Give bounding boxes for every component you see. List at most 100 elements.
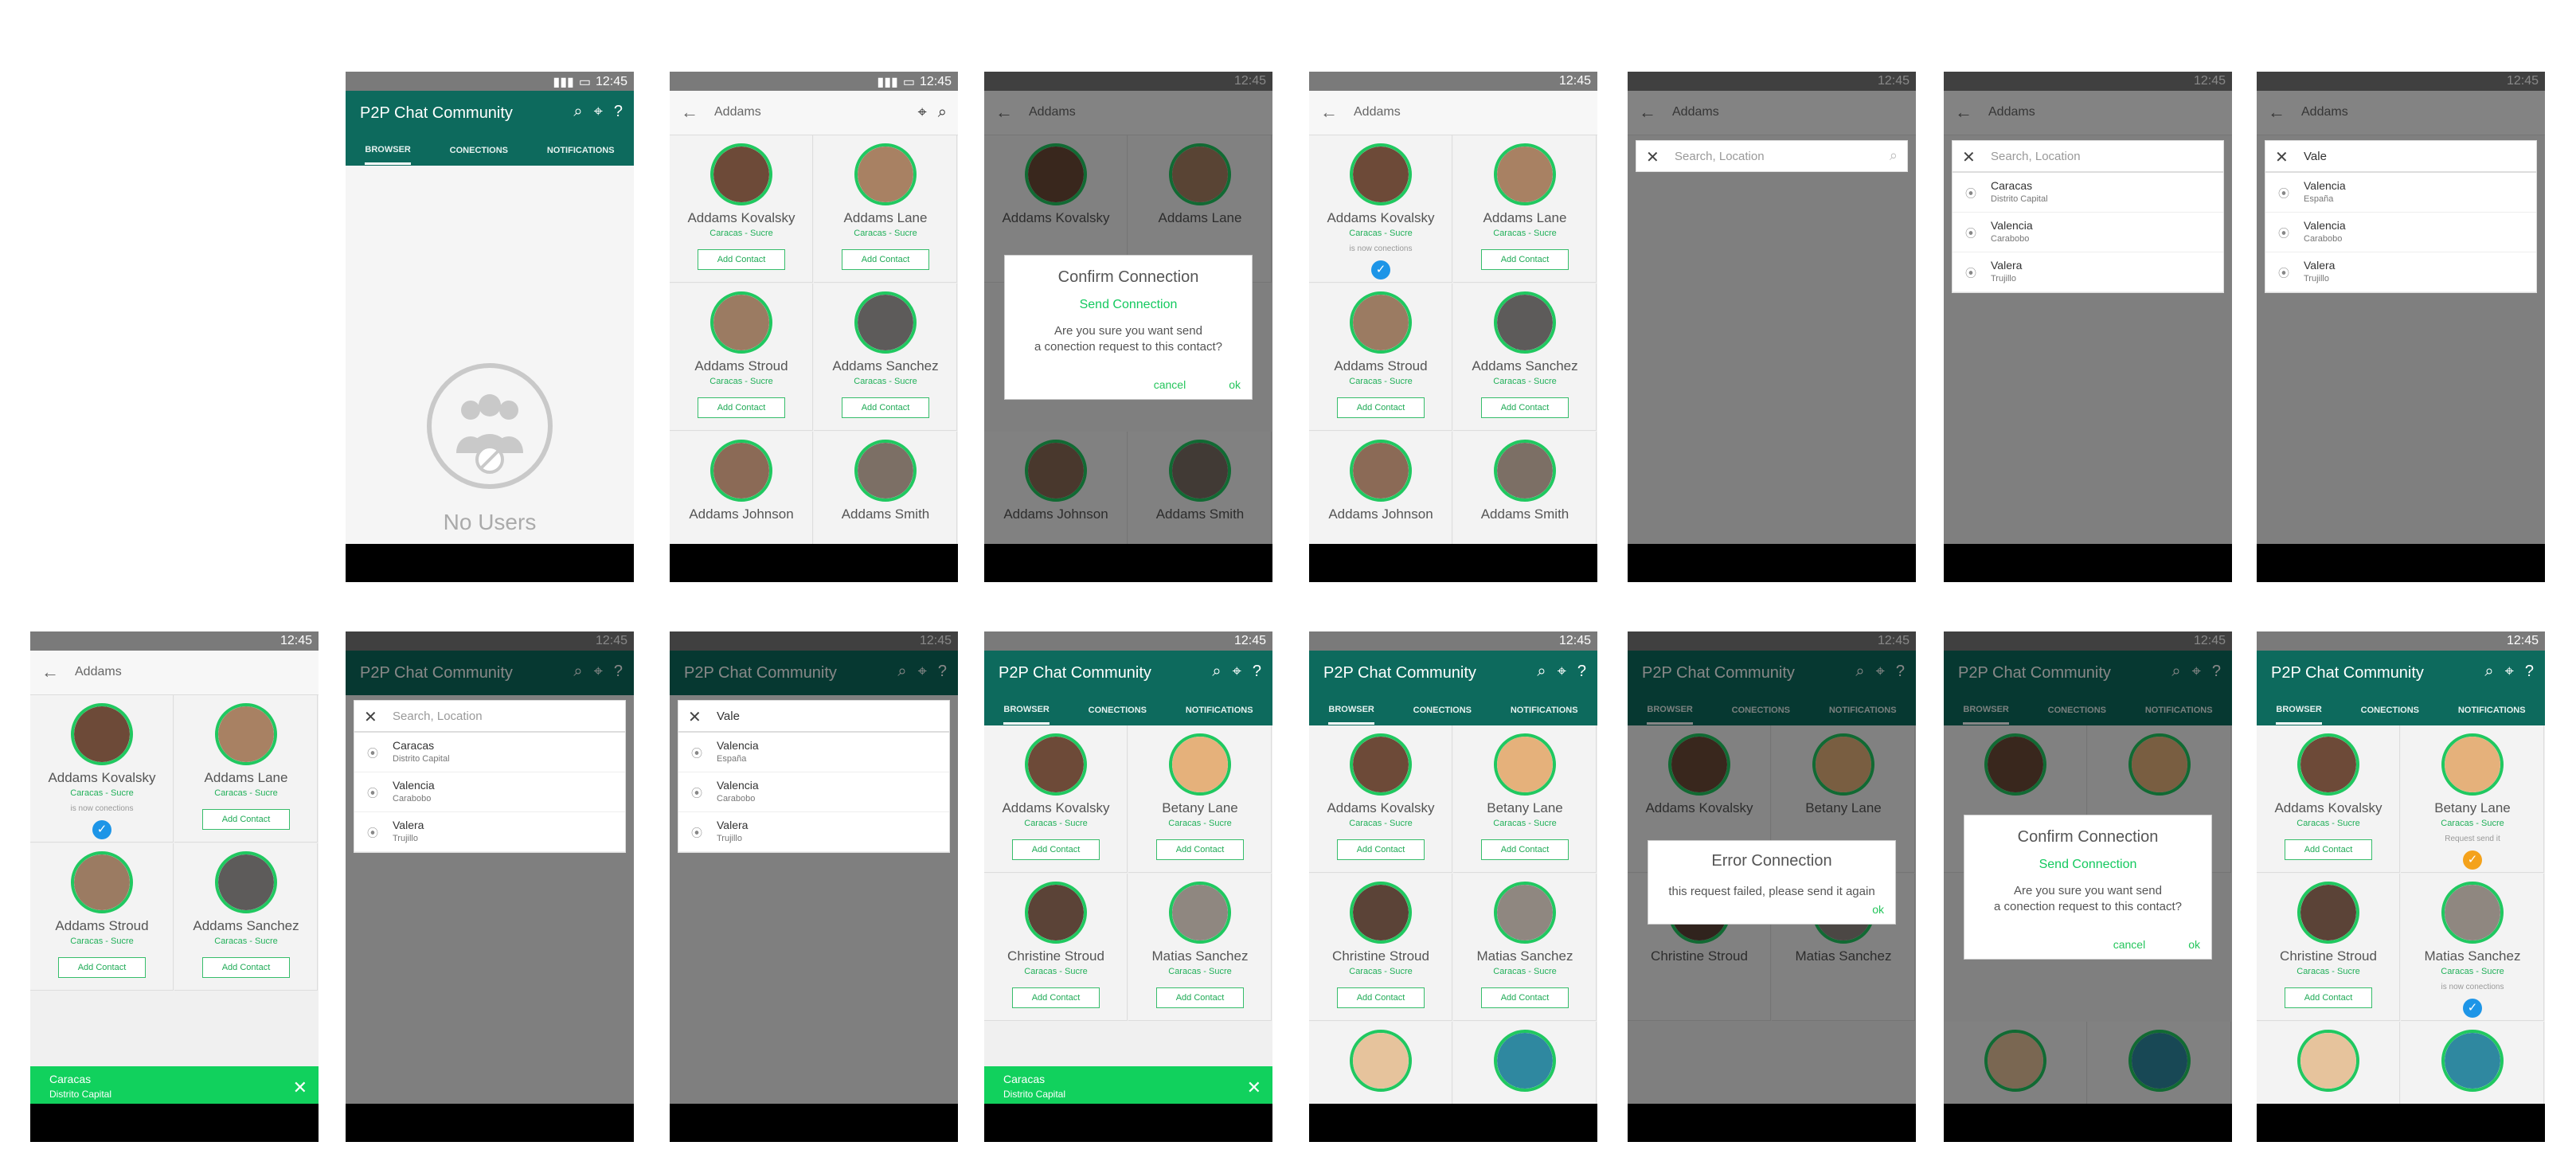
location-option[interactable]: ⦿ Valencia España xyxy=(678,733,949,772)
location-placeholder: Search, Location xyxy=(1675,150,1765,163)
location-icon[interactable]: ⌖ xyxy=(1233,663,1241,681)
screen-location-typed: 12:45 ← Addams ✕ Vale ⦿ Valencia España ⦿ Val… xyxy=(2257,72,2545,582)
search-icon[interactable]: ⌕ xyxy=(1890,147,1898,164)
tab-browser[interactable]: BROWSER xyxy=(2276,697,2322,725)
location-search-field[interactable]: ✕ Vale xyxy=(678,700,950,732)
help-icon[interactable]: ? xyxy=(1577,663,1586,681)
add-contact-button[interactable]: Add Contact xyxy=(1337,397,1425,418)
tab-browser[interactable]: BROWSER xyxy=(365,137,411,165)
tab-notifications[interactable]: NOTIFICATIONS xyxy=(1511,706,1578,715)
help-icon[interactable]: ? xyxy=(614,103,623,121)
contact-location: Caracas - Sucre xyxy=(2297,967,2360,976)
tab-browser[interactable]: BROWSER xyxy=(1003,697,1050,725)
add-contact-button[interactable]: Add Contact xyxy=(1337,839,1425,860)
search-query[interactable]: Addams xyxy=(75,665,122,679)
location-option[interactable]: ⦿ Valencia Carabobo xyxy=(2265,213,2536,252)
tab-conections[interactable]: CONECTIONS xyxy=(1413,706,1472,715)
back-icon[interactable]: ← xyxy=(1320,102,1338,123)
status-bar: ▮▮▮ ▭ 12:45 xyxy=(346,72,634,91)
close-icon[interactable]: ✕ xyxy=(293,1077,307,1098)
close-icon[interactable]: ✕ xyxy=(2275,147,2289,167)
add-contact-button[interactable]: Add Contact xyxy=(2285,839,2372,860)
location-search-field[interactable]: ✕ Vale xyxy=(2265,140,2537,172)
screen-connection-added: 12:45 ← Addams Addams Kovalsky Caracas - S… xyxy=(1309,72,1597,582)
tab-conections[interactable]: CONECTIONS xyxy=(2361,706,2419,715)
add-contact-button[interactable]: Add Contact xyxy=(1337,987,1425,1008)
search-query[interactable]: Addams xyxy=(1354,105,1401,119)
help-icon[interactable]: ? xyxy=(2525,663,2534,681)
location-icon[interactable]: ⌖ xyxy=(1558,663,1566,681)
add-contact-button[interactable]: Add Contact xyxy=(1481,249,1569,270)
location-option[interactable]: ⦿ Valera Trujillo xyxy=(678,812,949,852)
tab-conections[interactable]: CONECTIONS xyxy=(450,146,508,155)
location-region: Trujillo xyxy=(2304,274,2329,283)
close-icon[interactable]: ✕ xyxy=(1247,1077,1261,1098)
add-contact-button[interactable]: Add Contact xyxy=(58,957,146,978)
add-contact-button[interactable]: Add Contact xyxy=(202,957,290,978)
help-icon[interactable]: ? xyxy=(1253,663,1261,681)
avatar xyxy=(2441,1030,2504,1092)
location-search-field[interactable]: ✕ Search, Location xyxy=(1952,140,2224,172)
add-contact-button[interactable]: Add Contact xyxy=(1012,987,1100,1008)
location-icon[interactable]: ⌖ xyxy=(594,103,603,121)
cancel-button[interactable]: cancel xyxy=(1154,378,1186,391)
back-icon[interactable]: ← xyxy=(681,102,698,123)
avatar xyxy=(1350,882,1412,944)
add-contact-button[interactable]: Add Contact xyxy=(698,249,785,270)
add-contact-button[interactable]: Add Contact xyxy=(202,809,290,830)
location-option[interactable]: ⦿ Valencia Carabobo xyxy=(354,772,625,812)
search-icon[interactable]: ⌕ xyxy=(2484,663,2493,681)
add-contact-button[interactable]: Add Contact xyxy=(1156,987,1244,1008)
location-option[interactable]: ⦿ Valencia España xyxy=(2265,173,2536,213)
contact-grid: Addams Kovalsky Caracas - Sucre is now con… xyxy=(30,695,319,1112)
location-option[interactable]: ⦿ Valera Trujillo xyxy=(1953,252,2223,292)
location-icon[interactable]: ⌖ xyxy=(918,104,927,122)
tab-notifications[interactable]: NOTIFICATIONS xyxy=(1186,706,1253,715)
add-contact-button[interactable]: Add Contact xyxy=(698,397,785,418)
ok-button[interactable]: ok xyxy=(1872,903,1884,916)
tab-notifications[interactable]: NOTIFICATIONS xyxy=(547,146,615,155)
search-icon[interactable]: ⌕ xyxy=(573,103,582,121)
add-contact-button[interactable]: Add Contact xyxy=(1012,839,1100,860)
add-contact-button[interactable]: Add Contact xyxy=(1481,839,1569,860)
add-contact-button[interactable]: Add Contact xyxy=(1481,987,1569,1008)
search-icon[interactable]: ⌕ xyxy=(1212,663,1221,681)
back-icon[interactable]: ← xyxy=(41,662,59,682)
screen-results-toast: 12:45 ← Addams Addams Kovalsky Caracas - S… xyxy=(30,631,319,1142)
toast-region: Distrito Capital xyxy=(1003,1089,1066,1100)
ok-button[interactable]: ok xyxy=(1229,378,1241,391)
close-icon[interactable]: ✕ xyxy=(1646,147,1659,167)
avatar xyxy=(215,851,277,913)
location-option[interactable]: ⦿ Valencia Carabobo xyxy=(1953,213,2223,252)
ok-button[interactable]: ok xyxy=(2188,938,2200,951)
location-query[interactable]: Vale xyxy=(2304,150,2327,163)
location-search-field[interactable]: ✕ Search, Location xyxy=(354,700,626,732)
confirm-dialog: Confirm Connection Send Connection Are y… xyxy=(1964,815,2212,960)
contact-name: Addams Smith xyxy=(841,506,930,522)
contact-name: Christine Stroud xyxy=(1332,948,1429,964)
avatar xyxy=(1494,440,1556,502)
add-contact-button[interactable]: Add Contact xyxy=(2285,987,2372,1008)
add-contact-button[interactable]: Add Contact xyxy=(1156,839,1244,860)
close-icon[interactable]: ✕ xyxy=(364,707,377,727)
tab-conections[interactable]: CONECTIONS xyxy=(1089,706,1147,715)
search-icon[interactable]: ⌕ xyxy=(938,104,947,122)
close-icon[interactable]: ✕ xyxy=(688,707,702,727)
location-query[interactable]: Vale xyxy=(717,710,740,723)
cancel-button[interactable]: cancel xyxy=(2113,938,2145,951)
add-contact-button[interactable]: Add Contact xyxy=(1481,397,1569,418)
tab-browser[interactable]: BROWSER xyxy=(1328,697,1374,725)
location-option[interactable]: ⦿ Caracas Distrito Capital xyxy=(1953,173,2223,213)
search-query[interactable]: Addams xyxy=(714,105,761,119)
location-option[interactable]: ⦿ Valera Trujillo xyxy=(354,812,625,852)
location-option[interactable]: ⦿ Valencia Carabobo xyxy=(678,772,949,812)
add-contact-button[interactable]: Add Contact xyxy=(842,397,929,418)
location-option[interactable]: ⦿ Caracas Distrito Capital xyxy=(354,733,625,772)
location-search-field[interactable]: ✕ Search, Location ⌕ xyxy=(1636,140,1908,172)
search-icon[interactable]: ⌕ xyxy=(1537,663,1546,681)
close-icon[interactable]: ✕ xyxy=(1962,147,1976,167)
add-contact-button[interactable]: Add Contact xyxy=(842,249,929,270)
tab-notifications[interactable]: NOTIFICATIONS xyxy=(2458,706,2526,715)
location-option[interactable]: ⦿ Valera Trujillo xyxy=(2265,252,2536,292)
location-icon[interactable]: ⌖ xyxy=(2505,663,2514,681)
